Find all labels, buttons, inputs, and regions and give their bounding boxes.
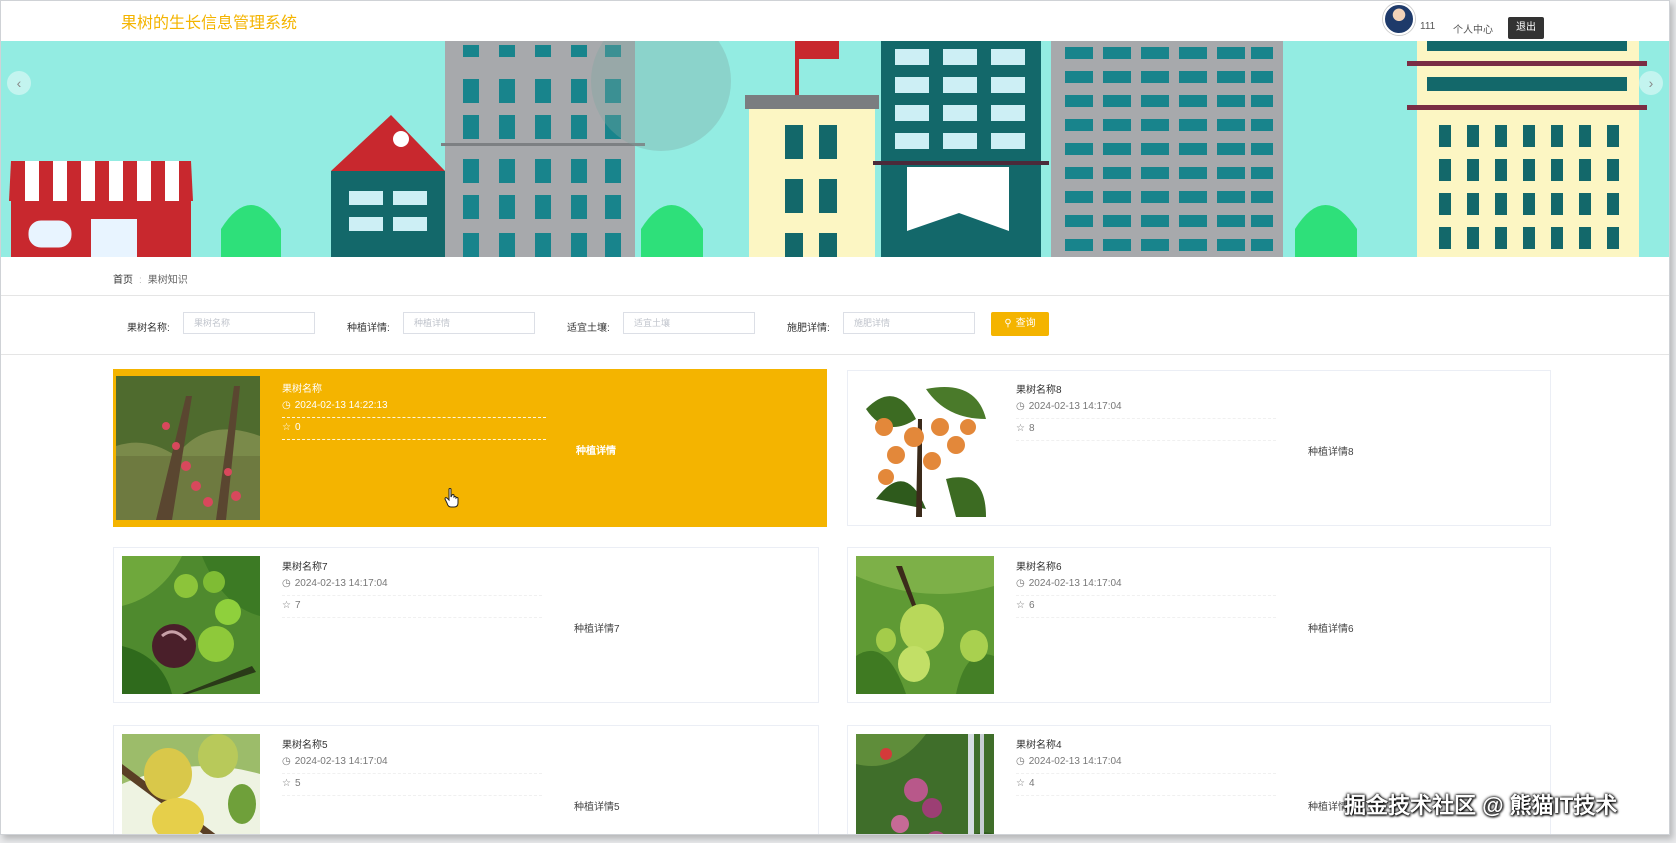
watermark-text: 掘金技术社区 @ 熊猫IT技术: [1344, 793, 1618, 818]
user-avatar[interactable]: [1383, 3, 1415, 35]
likes-row: ☆ 0: [282, 422, 546, 440]
date-row: ◷ 2024-02-13 14:17:04: [282, 756, 542, 774]
fruit-name-input[interactable]: [183, 312, 315, 334]
breadcrumb-home[interactable]: 首页: [113, 275, 133, 286]
date-row: ◷ 2024-02-13 14:17:04: [1016, 401, 1276, 419]
username-label: 111: [1420, 21, 1436, 32]
knowledge-card[interactable]: 果树名称 ◷ 2024-02-13 14:22:13 ☆ 0 种植详情: [113, 369, 827, 527]
publish-date: 2024-02-13 14:17:04: [1028, 578, 1122, 589]
knowledge-card[interactable]: 果树名称5 ◷ 2024-02-13 14:17:04 ☆ 5 种植详情5: [113, 725, 819, 834]
star-icon: ☆: [1016, 600, 1025, 611]
city-illustration: [1, 41, 1669, 257]
publish-date: 2024-02-13 14:22:13: [294, 400, 388, 411]
carousel-prev-icon[interactable]: ‹: [7, 71, 31, 95]
fruit-name[interactable]: 果树名称: [282, 380, 322, 395]
fruit-name[interactable]: 果树名称8: [1016, 381, 1062, 396]
search-button-label: 查询: [1015, 318, 1036, 329]
header-bar: 果树的生长信息管理系统 111 个人中心 退出: [1, 1, 1669, 41]
fruit-image: [856, 379, 994, 517]
soil-label: 适宜土壤:: [567, 323, 610, 334]
fruit-image: [856, 556, 994, 694]
carousel-next-icon[interactable]: ›: [1639, 71, 1663, 95]
carousel-banner[interactable]: ‹ ›: [1, 41, 1669, 257]
planting-detail-label: 种植详情:: [347, 323, 390, 334]
clock-icon: ◷: [282, 756, 291, 767]
likes-count: 7: [294, 600, 301, 611]
likes-count: 4: [1028, 778, 1035, 789]
browser-window: 果树的生长信息管理系统 111 个人中心 退出 ‹ › 首页: 果树知识 果树…: [0, 0, 1670, 835]
likes-count: 5: [294, 778, 301, 789]
soil-input[interactable]: [623, 312, 755, 334]
clock-icon: ◷: [1016, 401, 1025, 412]
star-icon: ☆: [282, 600, 291, 611]
likes-count: 6: [1028, 600, 1035, 611]
planting-detail-input[interactable]: [403, 312, 535, 334]
star-icon: ☆: [282, 422, 291, 433]
planting-detail: 种植详情6: [1308, 624, 1354, 635]
breadcrumb-separator: :: [139, 275, 142, 286]
star-icon: ☆: [282, 778, 291, 789]
breadcrumb: 首页: 果树知识: [113, 271, 188, 286]
search-button[interactable]: ⚲ 查询: [991, 312, 1049, 336]
publish-date: 2024-02-13 14:17:04: [294, 756, 388, 767]
likes-row: ☆ 4: [1016, 778, 1276, 796]
knowledge-card[interactable]: 果树名称7 ◷ 2024-02-13 14:17:04 ☆ 7 种植详情7: [113, 547, 819, 703]
likes-row: ☆ 7: [282, 600, 542, 618]
star-icon: ☆: [1016, 423, 1025, 434]
search-bar: 果树名称: 种植详情: 适宜土壤: 施肥详情: ⚲查询: [1, 296, 1669, 355]
fertilizer-input[interactable]: [843, 312, 975, 334]
date-row: ◷ 2024-02-13 14:22:13: [282, 400, 546, 418]
likes-row: ☆ 5: [282, 778, 542, 796]
star-icon: ☆: [1016, 778, 1025, 789]
fruit-name[interactable]: 果树名称7: [282, 558, 328, 573]
publish-date: 2024-02-13 14:17:04: [1028, 401, 1122, 412]
breadcrumb-bar: 首页: 果树知识: [1, 257, 1669, 296]
personal-center-link[interactable]: 个人中心: [1453, 21, 1493, 36]
likes-row: ☆ 6: [1016, 600, 1276, 618]
knowledge-card[interactable]: 果树名称6 ◷ 2024-02-13 14:17:04 ☆ 6 种植详情6: [847, 547, 1551, 703]
fertilizer-label: 施肥详情:: [787, 323, 830, 334]
fruit-image: [122, 556, 260, 694]
knowledge-card[interactable]: 果树名称8 ◷ 2024-02-13 14:17:04 ☆ 8 种植详情8: [847, 370, 1551, 526]
likes-count: 0: [294, 422, 301, 433]
breadcrumb-current: 果树知识: [147, 275, 188, 286]
likes-row: ☆ 8: [1016, 423, 1276, 441]
fruit-image: [856, 734, 994, 834]
fruit-name[interactable]: 果树名称4: [1016, 736, 1062, 751]
fruit-name-label: 果树名称:: [127, 323, 170, 334]
date-row: ◷ 2024-02-13 14:17:04: [1016, 578, 1276, 596]
search-icon: ⚲: [1004, 318, 1012, 329]
clock-icon: ◷: [282, 400, 291, 411]
fruit-name[interactable]: 果树名称5: [282, 736, 328, 751]
date-row: ◷ 2024-02-13 14:17:04: [1016, 756, 1276, 774]
clock-icon: ◷: [1016, 578, 1025, 589]
hand-cursor-icon: [444, 488, 459, 508]
fruit-name[interactable]: 果树名称6: [1016, 558, 1062, 573]
likes-count: 8: [1028, 423, 1035, 434]
logout-button[interactable]: 退出: [1508, 17, 1544, 39]
publish-date: 2024-02-13 14:17:04: [294, 578, 388, 589]
date-row: ◷ 2024-02-13 14:17:04: [282, 578, 542, 596]
app-title[interactable]: 果树的生长信息管理系统: [121, 9, 297, 33]
planting-detail: 种植详情8: [1308, 447, 1354, 458]
fruit-image: [122, 734, 260, 834]
planting-detail: 种植详情7: [574, 624, 620, 635]
publish-date: 2024-02-13 14:17:04: [1028, 756, 1122, 767]
planting-detail: 种植详情: [576, 446, 616, 457]
planting-detail: 种植详情5: [574, 802, 620, 813]
fruit-image: [116, 376, 260, 520]
clock-icon: ◷: [282, 578, 291, 589]
clock-icon: ◷: [1016, 756, 1025, 767]
